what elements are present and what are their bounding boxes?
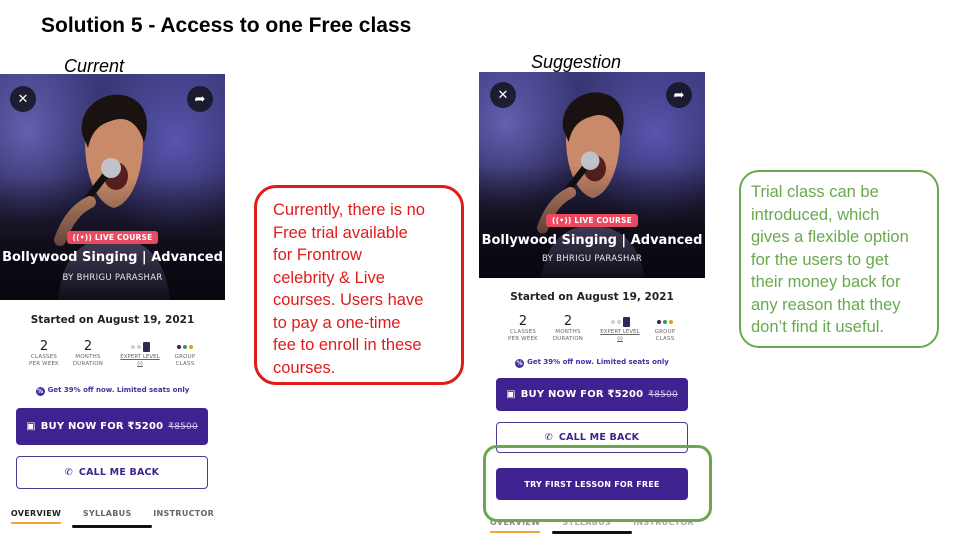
stat-months: 2 MONTHS DURATION — [72, 339, 104, 368]
tab-overview[interactable]: OVERVIEW — [10, 509, 62, 524]
course-title: Bollywood Singing | Advanced — [481, 233, 703, 248]
group-icon — [646, 315, 684, 329]
broadcast-icon: ((•)) — [552, 216, 572, 225]
bars-icon — [597, 315, 643, 329]
buy-now-button[interactable]: ▣ BUY NOW FOR ₹5200 ₹8500 — [16, 408, 208, 445]
stat-classes: 2 CLASSES PER WEEK — [508, 314, 538, 343]
course-start-date: Started on August 19, 2021 — [510, 291, 674, 303]
course-tabs: OVERVIEW SYLLABUS INSTRUCTOR — [0, 509, 225, 524]
stat-classes: 2 CLASSES PER WEEK — [29, 339, 59, 368]
course-hero-image: ✕ ➦ ((•)) LIVE COURSE Bollywood Singing … — [479, 72, 705, 278]
slide-title: Solution 5 - Access to one Free class — [41, 14, 412, 37]
stat-level[interactable]: EXPERT LEVEL (i) — [117, 340, 163, 368]
stat-group: GROUP CLASS — [646, 315, 684, 343]
percent-icon: % — [35, 387, 45, 396]
live-course-badge: ((•)) LIVE COURSE — [66, 231, 159, 244]
current-problem-note: Currently, there is no Free trial availa… — [254, 185, 464, 385]
buy-now-button[interactable]: ▣ BUY NOW FOR ₹5200 ₹8500 — [496, 378, 688, 411]
call-me-back-button[interactable]: ✆ CALL ME BACK — [16, 456, 208, 489]
suggestion-note: Trial class can be introduced, which giv… — [739, 170, 939, 348]
home-indicator — [72, 525, 152, 528]
group-icon — [166, 340, 204, 354]
trial-button-highlight — [483, 445, 712, 522]
home-indicator — [552, 531, 632, 534]
tab-syllabus[interactable]: SYLLABUS — [83, 509, 132, 524]
share-icon[interactable]: ➦ — [187, 86, 213, 112]
broadcast-icon: ((•)) — [72, 233, 93, 242]
wallet-icon: ▣ — [506, 389, 516, 400]
course-hero-image: ✕ ➦ ((•)) LIVE COURSE Bollywood Singing … — [0, 74, 225, 300]
stat-months: 2 MONTHS DURATION — [552, 314, 584, 343]
course-title: Bollywood Singing | Advanced — [2, 250, 223, 265]
course-author: BY BHRIGU PARASHAR — [541, 254, 643, 264]
phone-icon: ✆ — [64, 467, 73, 478]
discount-offer: % Get 39% off now. Limited seats only — [35, 386, 190, 396]
bars-icon — [117, 340, 163, 354]
live-course-badge: ((•)) LIVE COURSE — [546, 214, 638, 227]
current-course-screen: ✕ ➦ ((•)) LIVE COURSE Bollywood Singing … — [0, 74, 225, 534]
close-icon[interactable]: ✕ — [490, 82, 516, 108]
tab-instructor[interactable]: INSTRUCTOR — [153, 509, 214, 524]
stat-level[interactable]: EXPERT LEVEL (i) — [597, 315, 643, 343]
share-icon[interactable]: ➦ — [666, 82, 692, 108]
course-author: BY BHRIGU PARASHAR — [62, 273, 163, 283]
suggestion-label: Suggestion — [531, 52, 622, 72]
stat-group: GROUP CLASS — [166, 340, 204, 368]
wallet-icon: ▣ — [26, 421, 36, 432]
discount-offer: % Get 39% off now. Limited seats only — [515, 358, 669, 368]
percent-icon: % — [515, 359, 525, 368]
course-start-date: Started on August 19, 2021 — [30, 314, 195, 326]
close-icon[interactable]: ✕ — [10, 86, 36, 112]
phone-icon: ✆ — [544, 432, 553, 443]
